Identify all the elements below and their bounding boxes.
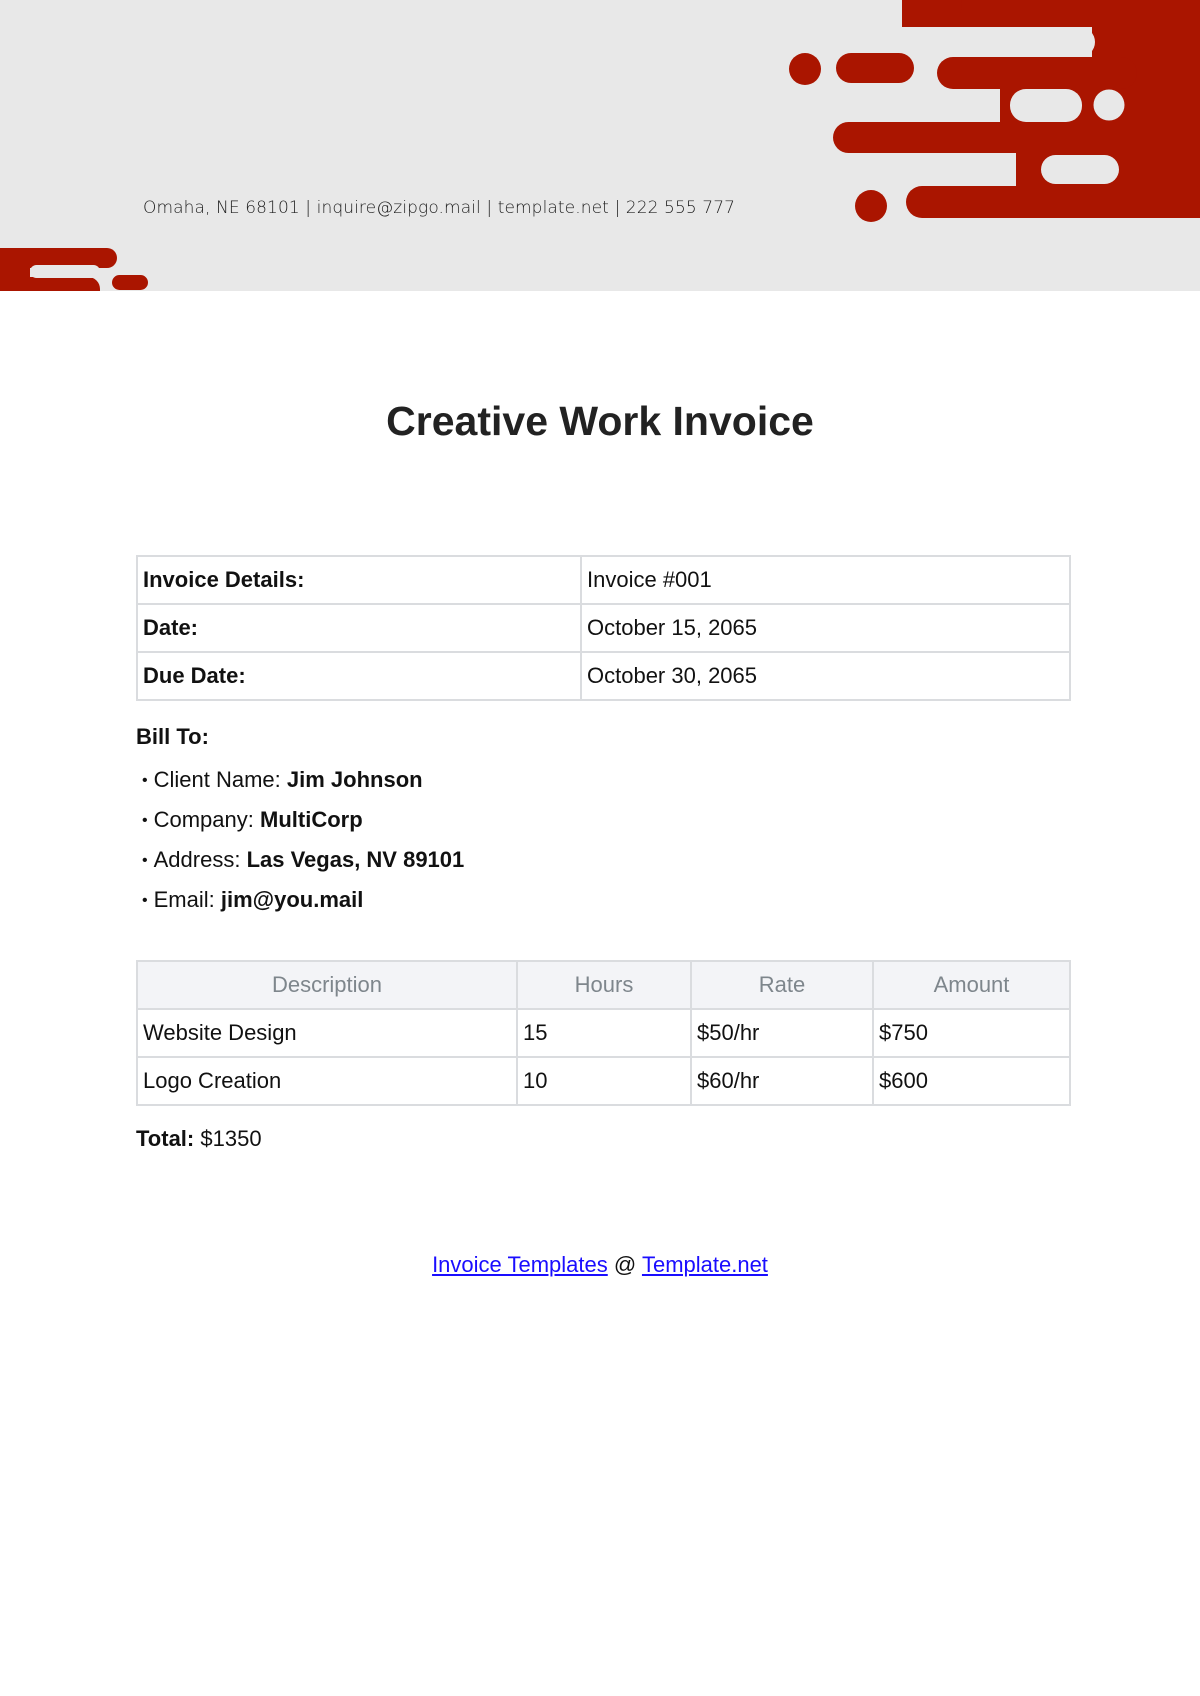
item-label: Email: xyxy=(153,887,215,912)
details-value: Invoice #001 xyxy=(580,555,1071,605)
decorative-shapes xyxy=(0,0,1200,291)
cell-amount: $750 xyxy=(872,1008,1071,1058)
list-item: • Client Name: Jim Johnson xyxy=(136,760,464,800)
bullet-icon: • xyxy=(142,852,148,869)
details-value: October 30, 2065 xyxy=(580,651,1071,701)
table-row: Invoice Details: Invoice #001 xyxy=(136,555,1071,605)
bullet-icon: • xyxy=(142,812,148,829)
shape-cut-2 xyxy=(1010,89,1082,122)
table-header-row: Description Hours Rate Amount xyxy=(136,960,1071,1010)
details-label: Date: xyxy=(136,603,582,653)
column-header-description: Description xyxy=(136,960,518,1010)
column-header-rate: Rate xyxy=(690,960,874,1010)
list-item: • Company: MultiCorp xyxy=(136,800,464,840)
column-header-hours: Hours xyxy=(516,960,692,1010)
item-label: Company: xyxy=(153,807,254,832)
cell-description: Logo Creation xyxy=(136,1056,518,1106)
template-net-link[interactable]: Template.net xyxy=(642,1252,768,1277)
cell-hours: 10 xyxy=(516,1056,692,1106)
shape-left-pill xyxy=(112,275,148,290)
shape-cut-5 xyxy=(1041,155,1119,184)
item-label: Client Name: xyxy=(153,767,281,792)
bullet-icon: • xyxy=(142,892,148,909)
total-value: $1350 xyxy=(200,1126,262,1151)
item-value: MultiCorp xyxy=(260,807,363,832)
shape-pill-2 xyxy=(937,57,1137,89)
contact-line: Omaha, NE 68101 | inquire@zipgo.mail | t… xyxy=(143,198,736,218)
table-row: Date: October 15, 2065 xyxy=(136,603,1071,653)
bill-to-heading: Bill To: xyxy=(136,724,209,749)
details-label: Invoice Details: xyxy=(136,555,582,605)
cell-rate: $50/hr xyxy=(690,1008,874,1058)
cell-hours: 15 xyxy=(516,1008,692,1058)
cell-amount: $600 xyxy=(872,1056,1071,1106)
list-item: • Address: Las Vegas, NV 89101 xyxy=(136,840,464,880)
total-line: Total: $1350 xyxy=(136,1126,262,1152)
shape-cut-1 xyxy=(915,27,1095,57)
details-value: October 15, 2065 xyxy=(580,603,1071,653)
item-value: Jim Johnson xyxy=(286,767,423,792)
item-label: Address: xyxy=(153,847,241,872)
table-row: Logo Creation 10 $60/hr $600 xyxy=(136,1056,1071,1106)
item-value: jim@you.mail xyxy=(220,887,364,912)
bill-to-list: • Client Name: Jim Johnson • Company: Mult… xyxy=(136,760,464,920)
details-label: Due Date: xyxy=(136,651,582,701)
invoice-details-table: Invoice Details: Invoice #001 Date: Octo… xyxy=(136,555,1071,701)
list-item: • Email: jim@you.mail xyxy=(136,880,464,920)
invoice-templates-link[interactable]: Invoice Templates xyxy=(432,1252,608,1277)
item-value: Las Vegas, NV 89101 xyxy=(246,847,465,872)
footer-separator: @ xyxy=(613,1252,637,1277)
page-title: Creative Work Invoice xyxy=(386,398,814,444)
column-header-amount: Amount xyxy=(872,960,1071,1010)
table-row: Due Date: October 30, 2065 xyxy=(136,651,1071,701)
bill-to-section: Bill To: • Client Name: Jim Johnson • Comp… xyxy=(136,720,464,920)
shape-dot-2 xyxy=(855,190,887,222)
shape-pill-1 xyxy=(836,53,914,83)
cell-description: Website Design xyxy=(136,1008,518,1058)
shape-left-cut xyxy=(30,265,100,278)
header-banner: Omaha, NE 68101 | inquire@zipgo.mail | t… xyxy=(0,0,1200,291)
bullet-icon: • xyxy=(142,772,148,789)
table-row: Website Design 15 $50/hr $750 xyxy=(136,1008,1071,1058)
line-items-table: Description Hours Rate Amount Website De… xyxy=(136,960,1071,1106)
shape-left-bottom xyxy=(0,277,100,291)
shape-dot-1 xyxy=(789,53,821,85)
cell-rate: $60/hr xyxy=(690,1056,874,1106)
shape-cut-dot xyxy=(1093,89,1125,121)
footer: Invoice Templates @ Template.net xyxy=(0,1252,1200,1278)
total-label: Total: xyxy=(136,1126,195,1151)
shape-cut-4 xyxy=(940,153,1015,186)
